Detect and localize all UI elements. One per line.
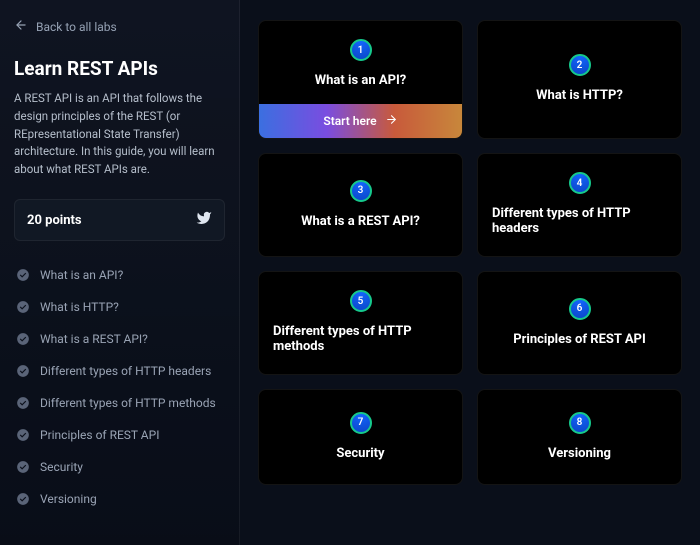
nav-item-label: What is a REST API? (40, 332, 148, 346)
lesson-number-badge: 2 (569, 54, 591, 76)
lesson-number-badge: 7 (350, 412, 372, 434)
check-circle-icon (16, 492, 30, 506)
nav-item[interactable]: Versioning (14, 485, 225, 513)
arrow-left-icon (14, 18, 28, 35)
lesson-grid: 1 What is an API? Start here 2 What is H… (258, 20, 682, 485)
lesson-card-8[interactable]: 8 Versioning (477, 389, 682, 485)
sidebar: Back to all labs Learn REST APIs A REST … (0, 0, 240, 545)
check-circle-icon (16, 332, 30, 346)
check-circle-icon (16, 268, 30, 282)
lesson-number-badge: 8 (569, 412, 591, 434)
nav-item[interactable]: Principles of REST API (14, 421, 225, 449)
lesson-number-badge: 4 (569, 172, 591, 194)
nav-item-label: What is an API? (40, 268, 123, 282)
nav-item-label: What is HTTP? (40, 300, 119, 314)
page-description: A REST API is an API that follows the de… (14, 90, 225, 179)
lesson-number-badge: 6 (569, 298, 591, 320)
nav-item[interactable]: What is HTTP? (14, 293, 225, 321)
lesson-card-title: Security (336, 446, 384, 461)
main-content: 1 What is an API? Start here 2 What is H… (240, 0, 700, 545)
nav-item[interactable]: What is an API? (14, 261, 225, 289)
back-label: Back to all labs (36, 20, 117, 34)
lesson-nav: What is an API? What is HTTP? What is a … (14, 261, 225, 513)
lesson-card-title: Principles of REST API (513, 332, 646, 347)
arrow-right-icon (385, 113, 398, 129)
lesson-card-title: Versioning (548, 446, 611, 461)
lesson-card-6[interactable]: 6 Principles of REST API (477, 271, 682, 375)
nav-item-label: Different types of HTTP methods (40, 396, 216, 410)
lesson-card-title: What is HTTP? (536, 88, 623, 103)
check-circle-icon (16, 428, 30, 442)
check-circle-icon (16, 460, 30, 474)
nav-item[interactable]: Different types of HTTP headers (14, 357, 225, 385)
lesson-number-badge: 3 (350, 180, 372, 202)
lesson-card-4[interactable]: 4 Different types of HTTP headers (477, 153, 682, 257)
lesson-number-badge: 5 (350, 290, 372, 312)
lesson-number-badge: 1 (350, 39, 372, 61)
nav-item-label: Security (40, 460, 83, 474)
nav-item[interactable]: Security (14, 453, 225, 481)
nav-item-label: Principles of REST API (40, 428, 159, 442)
lesson-card-2[interactable]: 2 What is HTTP? (477, 20, 682, 139)
check-circle-icon (16, 364, 30, 378)
lesson-card-1[interactable]: 1 What is an API? Start here (258, 20, 463, 139)
start-here-button[interactable]: Start here (259, 104, 462, 138)
nav-item-label: Different types of HTTP headers (40, 364, 211, 378)
lesson-card-5[interactable]: 5 Different types of HTTP methods (258, 271, 463, 375)
nav-item-label: Versioning (40, 492, 97, 506)
page-title: Learn REST APIs (14, 57, 225, 80)
check-circle-icon (16, 396, 30, 410)
lesson-card-title: What is a REST API? (301, 214, 420, 229)
lesson-card-7[interactable]: 7 Security (258, 389, 463, 485)
back-to-labs-link[interactable]: Back to all labs (14, 18, 225, 35)
points-label: 20 points (27, 213, 82, 228)
points-bar: 20 points (14, 199, 225, 241)
nav-item[interactable]: Different types of HTTP methods (14, 389, 225, 417)
lesson-card-3[interactable]: 3 What is a REST API? (258, 153, 463, 257)
lesson-card-title: Different types of HTTP headers (492, 206, 667, 236)
twitter-share-button[interactable] (196, 210, 212, 230)
lesson-card-title: What is an API? (315, 73, 406, 88)
lesson-card-title: Different types of HTTP methods (273, 324, 448, 354)
check-circle-icon (16, 300, 30, 314)
start-label: Start here (323, 114, 376, 128)
nav-item[interactable]: What is a REST API? (14, 325, 225, 353)
